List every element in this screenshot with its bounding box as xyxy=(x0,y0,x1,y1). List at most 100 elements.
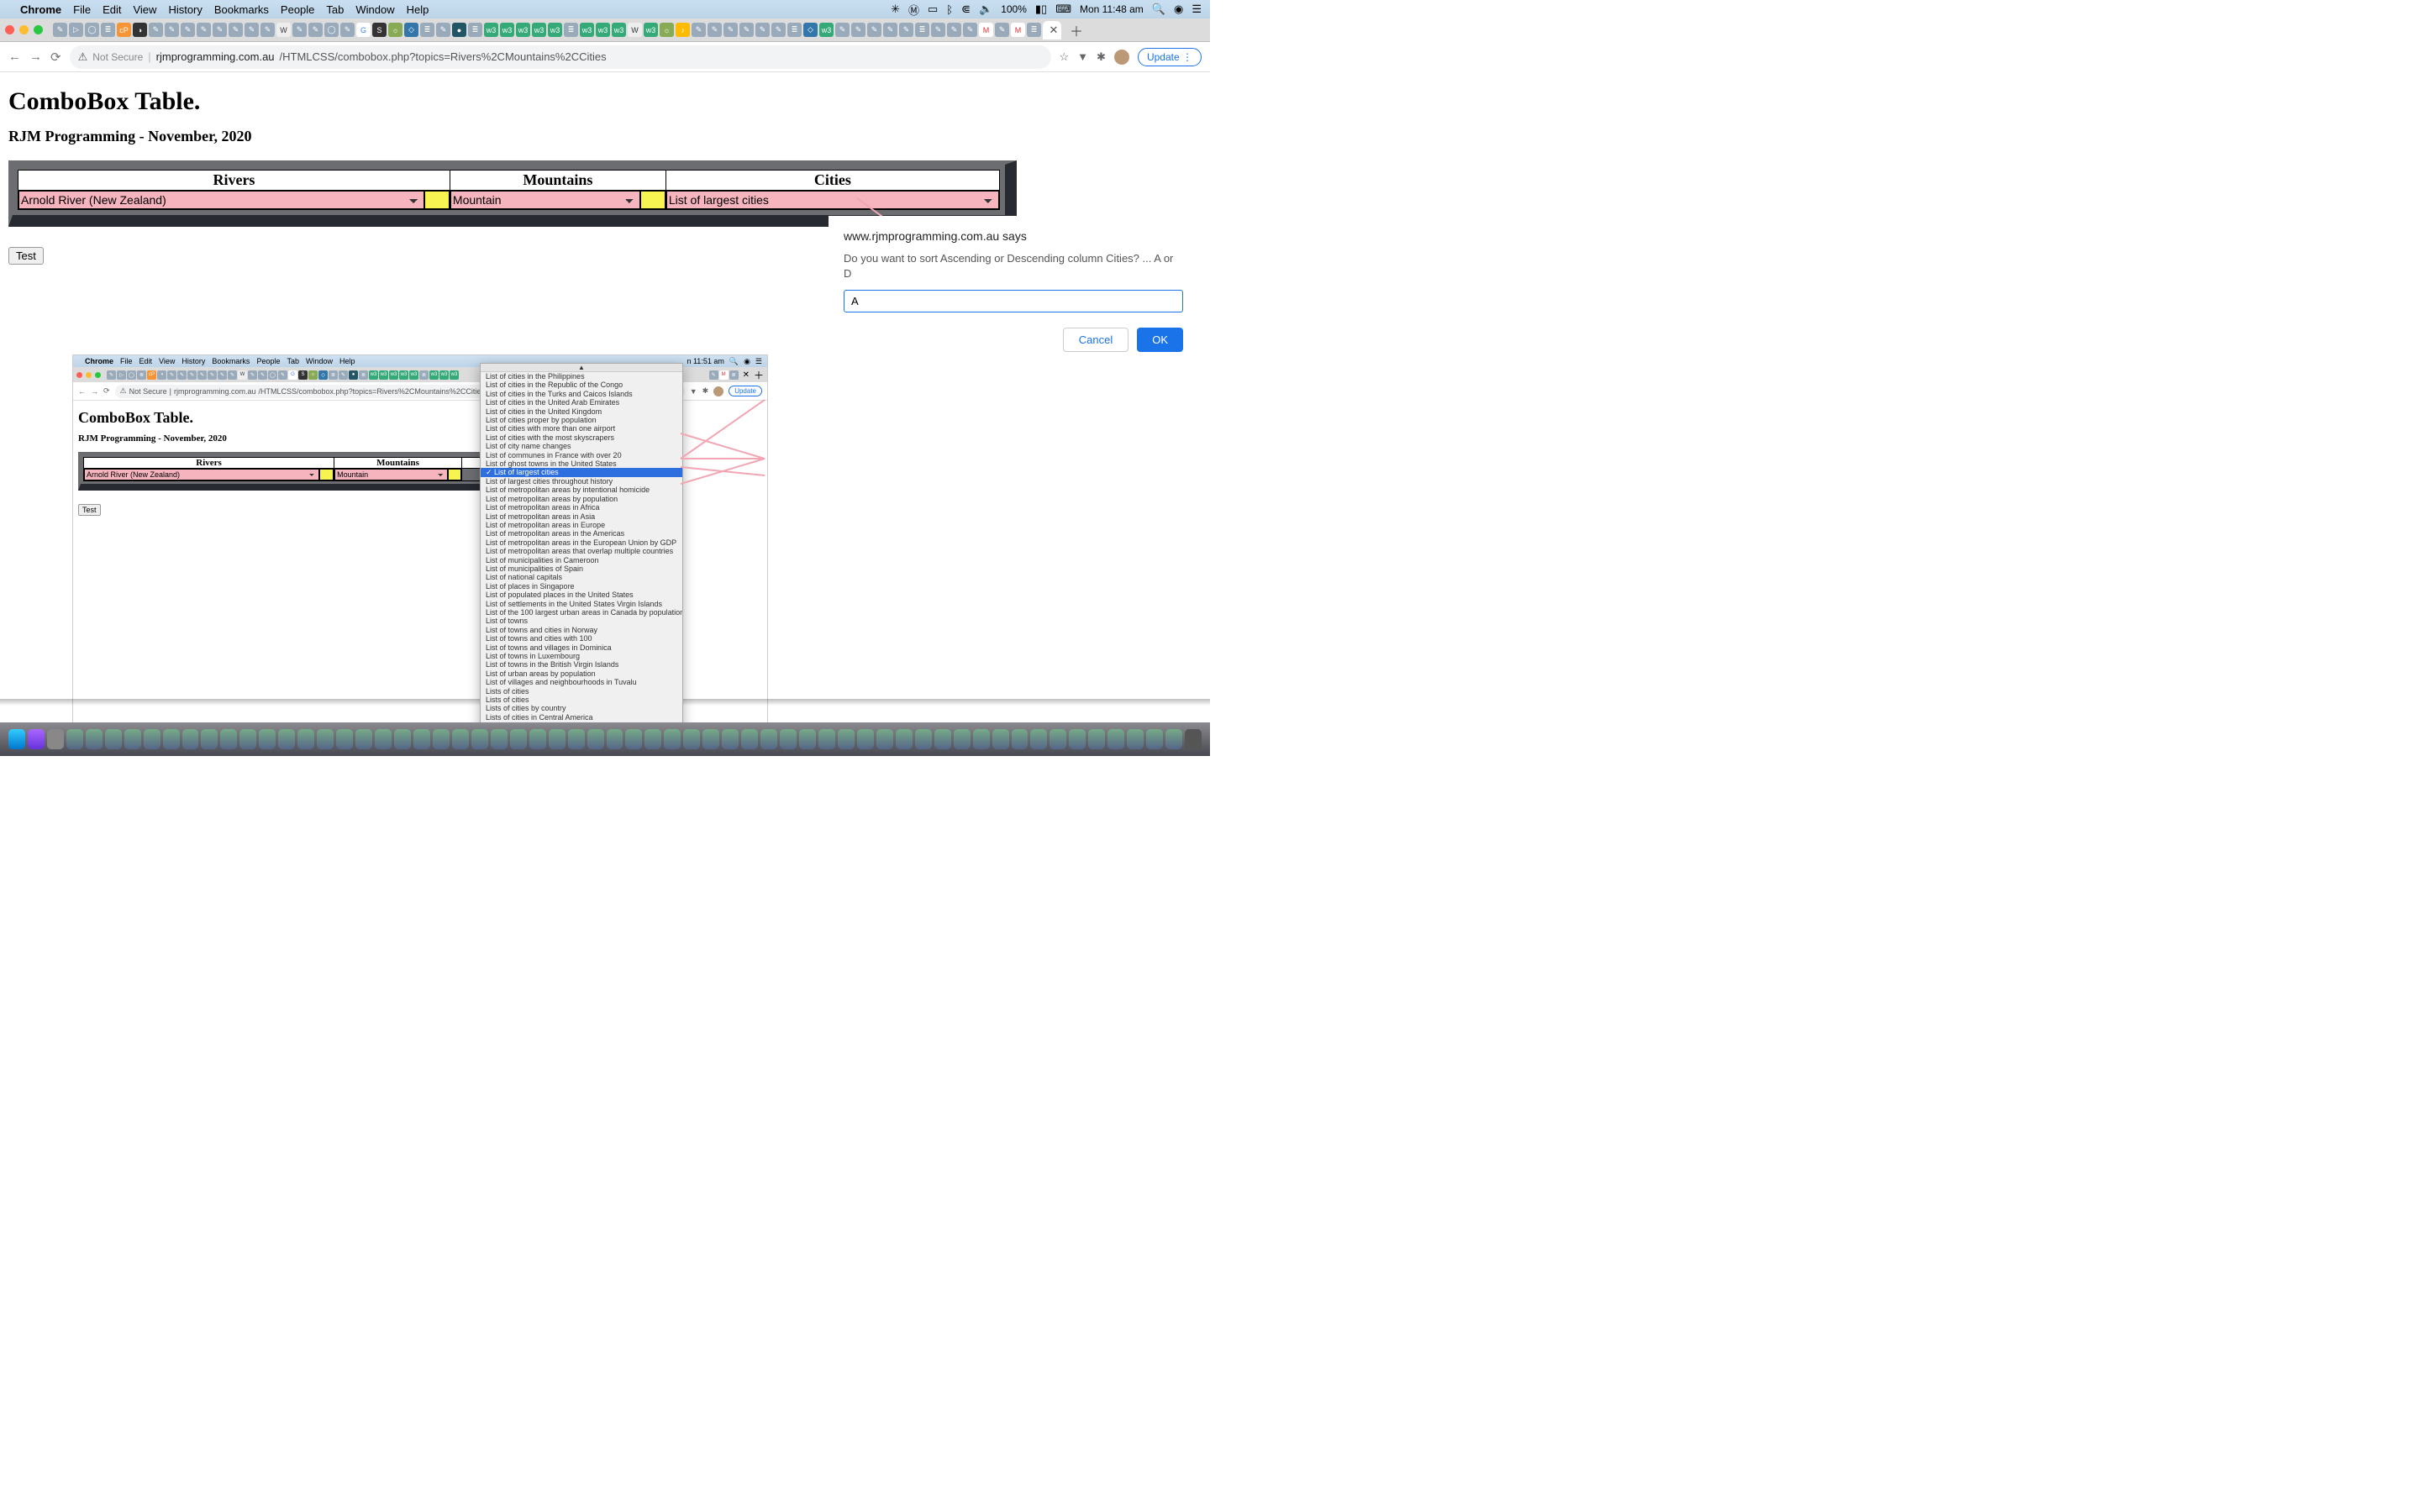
browser-tab[interactable]: ✎ xyxy=(947,23,961,37)
reload-icon[interactable]: ⟳ xyxy=(50,50,61,65)
browser-tab[interactable]: ✎ xyxy=(260,23,275,37)
dropdown-option[interactable]: List of largest cities throughout histor… xyxy=(481,477,682,486)
column-header-mountains[interactable]: Mountains xyxy=(450,171,666,191)
menu-history[interactable]: History xyxy=(168,3,202,16)
dropdown-option[interactable]: List of metropolitan areas by intentiona… xyxy=(481,486,682,494)
dock-app-icon[interactable] xyxy=(1050,729,1066,749)
prompt-input[interactable] xyxy=(844,290,1183,312)
dropdown-option[interactable]: List of places in Singapore xyxy=(481,582,682,591)
control-center-icon[interactable]: ☰ xyxy=(1192,3,1202,16)
update-button[interactable]: Update ⋮ xyxy=(1138,48,1202,66)
dock-app-icon[interactable] xyxy=(124,729,141,749)
dropdown-option[interactable]: List of the 100 largest urban areas in C… xyxy=(481,608,682,617)
dock-app-icon[interactable] xyxy=(992,729,1009,749)
dock-app-icon[interactable] xyxy=(568,729,585,749)
dropdown-option[interactable]: List of metropolitan areas by population xyxy=(481,495,682,503)
bluetooth-icon[interactable]: ᛒ xyxy=(946,3,953,16)
dock-app-icon[interactable] xyxy=(259,729,276,749)
menu-window[interactable]: Window xyxy=(355,3,394,16)
dropdown-option[interactable]: List of towns and cities in Norway xyxy=(481,626,682,634)
profile-avatar-icon[interactable] xyxy=(1114,50,1129,65)
browser-tab[interactable]: ◇ xyxy=(803,23,818,37)
menu-edit[interactable]: Edit xyxy=(103,3,121,16)
dock-app-icon[interactable] xyxy=(86,729,103,749)
dropdown-option[interactable]: List of villages and neighbourhoods in T… xyxy=(481,678,682,686)
menu-tab[interactable]: Tab xyxy=(326,3,344,16)
browser-tab[interactable]: ✎ xyxy=(723,23,738,37)
dock-app-icon[interactable] xyxy=(163,729,180,749)
dock-app-icon[interactable] xyxy=(1069,729,1086,749)
dropdown-option[interactable]: List of metropolitan areas in Africa xyxy=(481,503,682,512)
browser-tab[interactable]: w3 xyxy=(596,23,610,37)
column-header-rivers[interactable]: Rivers xyxy=(18,171,450,191)
browser-tab[interactable]: ≣ xyxy=(915,23,929,37)
dock-app-icon[interactable] xyxy=(644,729,661,749)
browser-tab[interactable]: cP xyxy=(117,23,131,37)
browser-tab[interactable]: M xyxy=(1011,23,1025,37)
extensions-puzzle-icon[interactable]: ✱ xyxy=(1097,50,1106,64)
dropdown-option[interactable]: List of national capitals xyxy=(481,573,682,581)
dock-app-icon[interactable] xyxy=(529,729,546,749)
dropdown-option[interactable]: List of cities in the Turks and Caicos I… xyxy=(481,390,682,398)
dropdown-option[interactable]: List of cities in the United Kingdom xyxy=(481,407,682,416)
dropdown-option[interactable]: List of largest cities xyxy=(481,468,682,476)
display-icon[interactable]: ▭ xyxy=(928,3,938,16)
extension-icon[interactable]: ▼ xyxy=(1077,50,1088,63)
dock-app-icon[interactable] xyxy=(182,729,199,749)
menu-people[interactable]: People xyxy=(281,3,314,16)
dock-app-icon[interactable] xyxy=(144,729,160,749)
trash-dock-icon[interactable] xyxy=(1185,729,1202,749)
dock-app-icon[interactable] xyxy=(1107,729,1124,749)
volume-icon[interactable]: 🔈 xyxy=(979,3,992,16)
dock-app-icon[interactable] xyxy=(201,729,218,749)
dock-app-icon[interactable] xyxy=(1088,729,1105,749)
column-header-cities[interactable]: Cities xyxy=(666,171,999,191)
dock-app-icon[interactable] xyxy=(876,729,893,749)
browser-tab[interactable]: w3 xyxy=(580,23,594,37)
dock-app-icon[interactable] xyxy=(433,729,450,749)
forward-icon[interactable]: → xyxy=(29,50,42,64)
dropdown-option[interactable]: List of metropolitan areas that overlap … xyxy=(481,547,682,555)
url-field[interactable]: ⚠ Not Secure | rjmprogramming.com.au/HTM… xyxy=(70,45,1051,69)
browser-tab[interactable]: W xyxy=(628,23,642,37)
browser-tab[interactable]: w3 xyxy=(612,23,626,37)
dropdown-option[interactable]: List of populated places in the United S… xyxy=(481,591,682,599)
dock-app-icon[interactable] xyxy=(220,729,237,749)
browser-tab[interactable]: ✎ xyxy=(165,23,179,37)
bookmark-star-icon[interactable]: ☆ xyxy=(1060,50,1070,64)
browser-tab[interactable]: ✎ xyxy=(197,23,211,37)
dropdown-option[interactable]: List of settlements in the United States… xyxy=(481,600,682,608)
browser-tab[interactable]: w3 xyxy=(484,23,498,37)
dock-app-icon[interactable] xyxy=(394,729,411,749)
dock-app-icon[interactable] xyxy=(625,729,642,749)
browser-tab[interactable]: w3 xyxy=(500,23,514,37)
minimize-window-icon[interactable] xyxy=(19,25,29,34)
browser-tab[interactable]: w3 xyxy=(819,23,834,37)
dock-app-icon[interactable] xyxy=(683,729,700,749)
browser-tab[interactable]: w3 xyxy=(532,23,546,37)
browser-tab[interactable]: ≣ xyxy=(787,23,802,37)
browser-tab[interactable]: ✎ xyxy=(181,23,195,37)
browser-tab[interactable]: ≣ xyxy=(564,23,578,37)
dock-app-icon[interactable] xyxy=(105,729,122,749)
dock-app-icon[interactable] xyxy=(607,729,623,749)
dropdown-option[interactable]: List of cities proper by population xyxy=(481,416,682,424)
dropdown-option[interactable]: List of towns and cities with 100 xyxy=(481,634,682,643)
browser-tab[interactable]: ♪ xyxy=(676,23,690,37)
rivers-add-slot[interactable] xyxy=(424,191,450,209)
browser-tab[interactable]: ✎ xyxy=(229,23,243,37)
browser-tab[interactable]: ✎ xyxy=(340,23,355,37)
browser-tab[interactable]: ✎ xyxy=(436,23,450,37)
browser-tab[interactable]: ✎ xyxy=(53,23,67,37)
dropdown-option[interactable]: List of city name changes xyxy=(481,442,682,450)
dropdown-option[interactable]: List of towns and villages in Dominica xyxy=(481,643,682,652)
browser-tab[interactable]: ≣ xyxy=(468,23,482,37)
dock-app-icon[interactable] xyxy=(278,729,295,749)
menu-bookmarks[interactable]: Bookmarks xyxy=(214,3,269,16)
back-icon[interactable]: ← xyxy=(8,50,21,64)
dock-app-icon[interactable] xyxy=(741,729,758,749)
browser-tab[interactable]: M xyxy=(979,23,993,37)
scroll-up-icon[interactable]: ▲ xyxy=(481,364,682,372)
browser-tab[interactable]: ≣ xyxy=(101,23,115,37)
close-window-icon[interactable] xyxy=(5,25,14,34)
